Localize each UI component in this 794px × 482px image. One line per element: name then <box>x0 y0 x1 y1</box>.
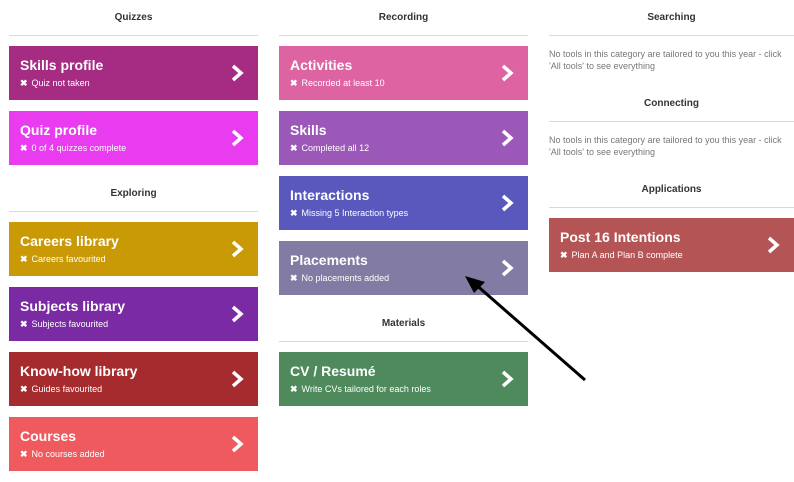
chevron-right-icon <box>501 129 514 147</box>
tile-activities[interactable]: Activities ✖ Recorded at least 10 <box>279 46 528 100</box>
cross-icon: ✖ <box>20 319 28 329</box>
chevron-right-icon <box>501 194 514 212</box>
tile-cv-resume[interactable]: CV / Resumé ✖ Write CVs tailored for each… <box>279 352 528 406</box>
tile-status: Plan A and Plan B complete <box>571 250 683 260</box>
tile-placements[interactable]: Placements ✖ No placements added <box>279 241 528 295</box>
chevron-right-icon <box>501 64 514 82</box>
section-title-connecting: Connecting <box>549 86 794 122</box>
tile-title: Post 16 Intentions <box>560 229 681 245</box>
tile-status: No courses added <box>31 449 105 459</box>
tile-skills-profile[interactable]: Skills profile ✖ Quiz not taken <box>9 46 258 100</box>
cross-icon: ✖ <box>290 384 298 394</box>
section-title-materials: Materials <box>279 306 528 342</box>
tile-title: Interactions <box>290 187 370 203</box>
tile-status: Recorded at least 10 <box>301 78 385 88</box>
chevron-right-icon <box>501 259 514 277</box>
cross-icon: ✖ <box>560 250 568 260</box>
section-title-searching: Searching <box>549 0 794 36</box>
cross-icon: ✖ <box>20 143 28 153</box>
tile-status: Missing 5 Interaction types <box>301 208 409 218</box>
tile-title: Quiz profile <box>20 122 97 138</box>
tile-status: Quiz not taken <box>31 78 90 88</box>
cross-icon: ✖ <box>290 208 298 218</box>
tile-title: Subjects library <box>20 298 126 314</box>
tile-status: Guides favourited <box>31 384 103 394</box>
searching-empty-note: No tools in this category are tailored t… <box>549 49 782 71</box>
tile-careers-library[interactable]: Careers library ✖ Careers favourited <box>9 222 258 276</box>
tile-title: Activities <box>290 57 353 73</box>
tile-title: CV / Resumé <box>290 363 376 379</box>
tile-know-how-library[interactable]: Know-how library ✖ Guides favourited <box>9 352 258 406</box>
tile-quiz-profile[interactable]: Quiz profile ✖ 0 of 4 quizzes complete <box>9 111 258 165</box>
tile-status: Careers favourited <box>31 254 106 264</box>
column-left: Quizzes Skills profile ✖ Quiz not taken Q… <box>9 0 258 482</box>
section-title-quizzes: Quizzes <box>9 0 258 36</box>
tile-status: Write CVs tailored for each roles <box>301 384 431 394</box>
section-title-recording: Recording <box>279 0 528 36</box>
chevron-right-icon <box>231 305 244 323</box>
chevron-right-icon <box>231 129 244 147</box>
connecting-empty-note: No tools in this category are tailored t… <box>549 135 782 157</box>
tile-title: Careers library <box>20 233 119 249</box>
cross-icon: ✖ <box>290 143 298 153</box>
tile-status: Subjects favourited <box>31 319 109 329</box>
tile-status: Completed all 12 <box>301 143 370 153</box>
section-title-applications: Applications <box>549 172 794 208</box>
cross-icon: ✖ <box>290 273 298 283</box>
tile-status: 0 of 4 quizzes complete <box>31 143 127 153</box>
chevron-right-icon <box>231 240 244 258</box>
tile-skills[interactable]: Skills ✖ Completed all 12 <box>279 111 528 165</box>
chevron-right-icon <box>231 64 244 82</box>
section-title-exploring: Exploring <box>9 176 258 212</box>
column-middle: Recording Activities ✖ Recorded at least … <box>279 0 528 417</box>
tile-interactions[interactable]: Interactions ✖ Missing 5 Interaction type… <box>279 176 528 230</box>
tile-post-16-intentions[interactable]: Post 16 Intentions ✖ Plan A and Plan B co… <box>549 218 794 272</box>
tile-courses[interactable]: Courses ✖ No courses added <box>9 417 258 471</box>
tile-subjects-library[interactable]: Subjects library ✖ Subjects favourited <box>9 287 258 341</box>
chevron-right-icon <box>501 370 514 388</box>
tile-title: Skills <box>290 122 327 138</box>
cross-icon: ✖ <box>20 449 28 459</box>
cross-icon: ✖ <box>20 254 28 264</box>
cross-icon: ✖ <box>20 384 28 394</box>
tile-title: Skills profile <box>20 57 104 73</box>
chevron-right-icon <box>767 236 780 254</box>
chevron-right-icon <box>231 370 244 388</box>
cross-icon: ✖ <box>290 78 298 88</box>
tile-title: Placements <box>290 252 368 268</box>
tile-title: Courses <box>20 428 77 444</box>
chevron-right-icon <box>231 435 244 453</box>
tile-status: No placements added <box>301 273 390 283</box>
cross-icon: ✖ <box>20 78 28 88</box>
tile-title: Know-how library <box>20 363 138 379</box>
column-right: Searching No tools in this category are … <box>549 0 794 283</box>
